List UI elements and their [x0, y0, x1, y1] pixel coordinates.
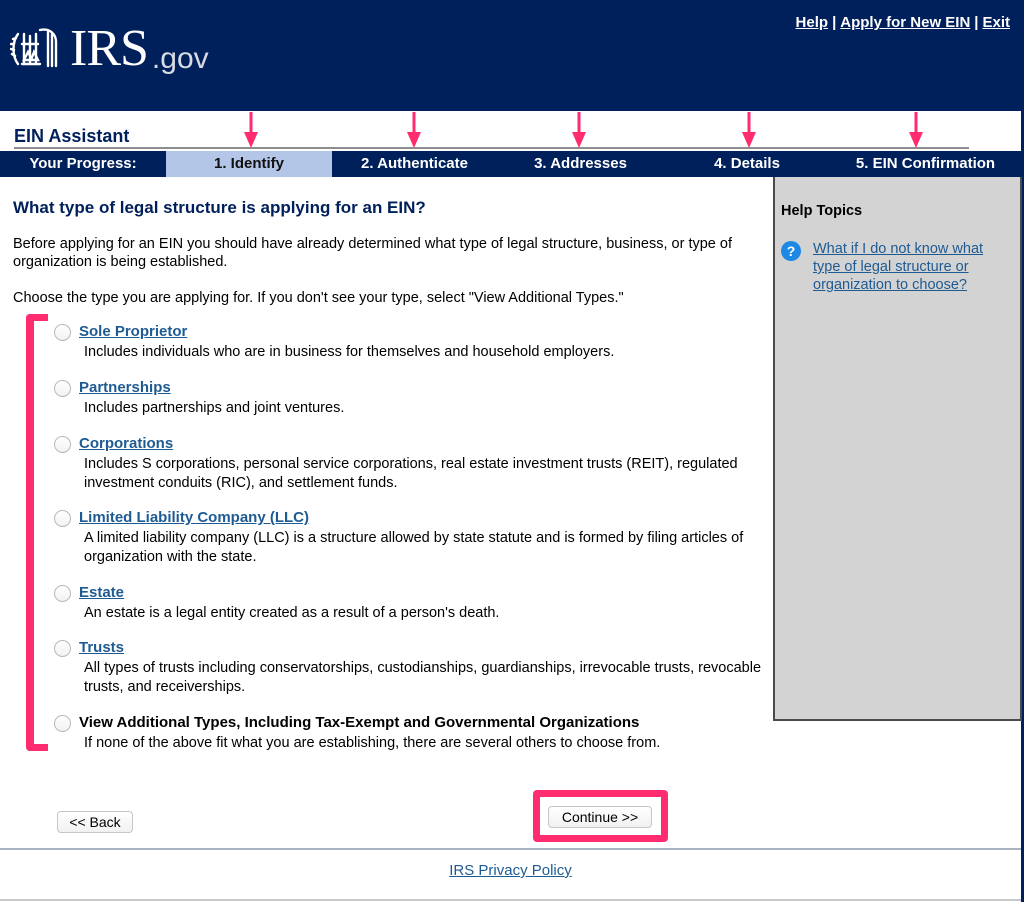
radio-sole-proprietor[interactable] [54, 324, 71, 341]
footer: IRS Privacy Policy [0, 862, 1021, 879]
help-topic-link[interactable]: What if I do not know what type of legal… [813, 240, 1013, 294]
option-label-link[interactable]: Sole Proprietor [79, 323, 187, 340]
annotation-arrow-icon [244, 112, 258, 148]
option-label: View Additional Types, Including Tax-Exe… [79, 714, 640, 731]
radio-partnerships[interactable] [54, 380, 71, 397]
back-button[interactable]: << Back [57, 811, 133, 833]
help-topics-panel: Help Topics ? What if I do not know what… [773, 177, 1022, 721]
annotation-arrow-icon [407, 112, 421, 148]
radio-corporations[interactable] [54, 436, 71, 453]
option-label-link[interactable]: Trusts [79, 639, 124, 656]
progress-label: Your Progress: [29, 155, 137, 172]
link-separator: | [974, 14, 979, 31]
option-description: Includes partnerships and joint ventures… [84, 400, 345, 416]
option-description: Includes individuals who are in business… [84, 344, 615, 360]
option-label-link[interactable]: Corporations [79, 435, 173, 452]
option-description: Includes S corporations, personal servic… [84, 456, 738, 491]
progress-step-ein-confirmation: 5. EIN Confirmation [855, 155, 996, 172]
question-circle-icon: ? [781, 241, 801, 261]
option-label-link[interactable]: Partnerships [79, 379, 171, 396]
logo-irs-text: IRS [70, 20, 149, 77]
option-description: All types of trusts including conservato… [84, 660, 762, 695]
top-links: Help | Apply for New EIN | Exit [796, 14, 1010, 31]
annotation-arrow-icon [572, 112, 586, 148]
apply-new-ein-link[interactable]: Apply for New EIN [840, 14, 970, 31]
annotation-arrow-icon [909, 112, 923, 148]
progress-step-addresses: 3. Addresses [534, 155, 627, 172]
privacy-policy-link[interactable]: IRS Privacy Policy [449, 862, 572, 879]
option-label-link[interactable]: Estate [79, 584, 124, 601]
option-description: An estate is a legal entity created as a… [84, 605, 500, 621]
progress-step-details: 4. Details [714, 155, 780, 172]
radio-view-additional-types[interactable] [54, 715, 71, 732]
option-label-link[interactable]: Limited Liability Company (LLC) [79, 509, 309, 526]
page-question: What type of legal structure is applying… [13, 198, 426, 217]
exit-link[interactable]: Exit [982, 14, 1010, 31]
progress-step-identify: 1. Identify [166, 151, 332, 177]
footer-bottom-divider [0, 899, 1021, 901]
irs-logo[interactable]: IRS .gov [10, 20, 209, 77]
intro-text: Before applying for an EIN you should ha… [13, 236, 732, 270]
help-link[interactable]: Help [796, 14, 829, 31]
title-divider [14, 147, 969, 149]
annotation-arrow-icon [742, 112, 756, 148]
logo-gov-text: .gov [151, 42, 209, 75]
continue-button[interactable]: Continue >> [548, 806, 652, 828]
site-header: IRS .gov Help | Apply for New EIN | Exit [0, 0, 1024, 111]
progress-bar: Your Progress: 1. Identify 2. Authentica… [0, 151, 1021, 177]
irs-eagle-seal-icon [10, 28, 58, 68]
footer-divider [0, 848, 1021, 850]
radio-llc[interactable] [54, 510, 71, 527]
annotation-bracket [26, 314, 48, 751]
help-topics-title: Help Topics [781, 203, 863, 219]
link-separator: | [832, 14, 837, 31]
option-description: If none of the above fit what you are es… [84, 735, 661, 751]
radio-trusts[interactable] [54, 640, 71, 657]
instruction-text: Choose the type you are applying for. If… [13, 290, 624, 306]
radio-estate[interactable] [54, 585, 71, 602]
progress-step-authenticate: 2. Authenticate [361, 155, 468, 172]
assistant-title: EIN Assistant [14, 126, 130, 146]
option-description: A limited liability company (LLC) is a s… [84, 530, 744, 565]
